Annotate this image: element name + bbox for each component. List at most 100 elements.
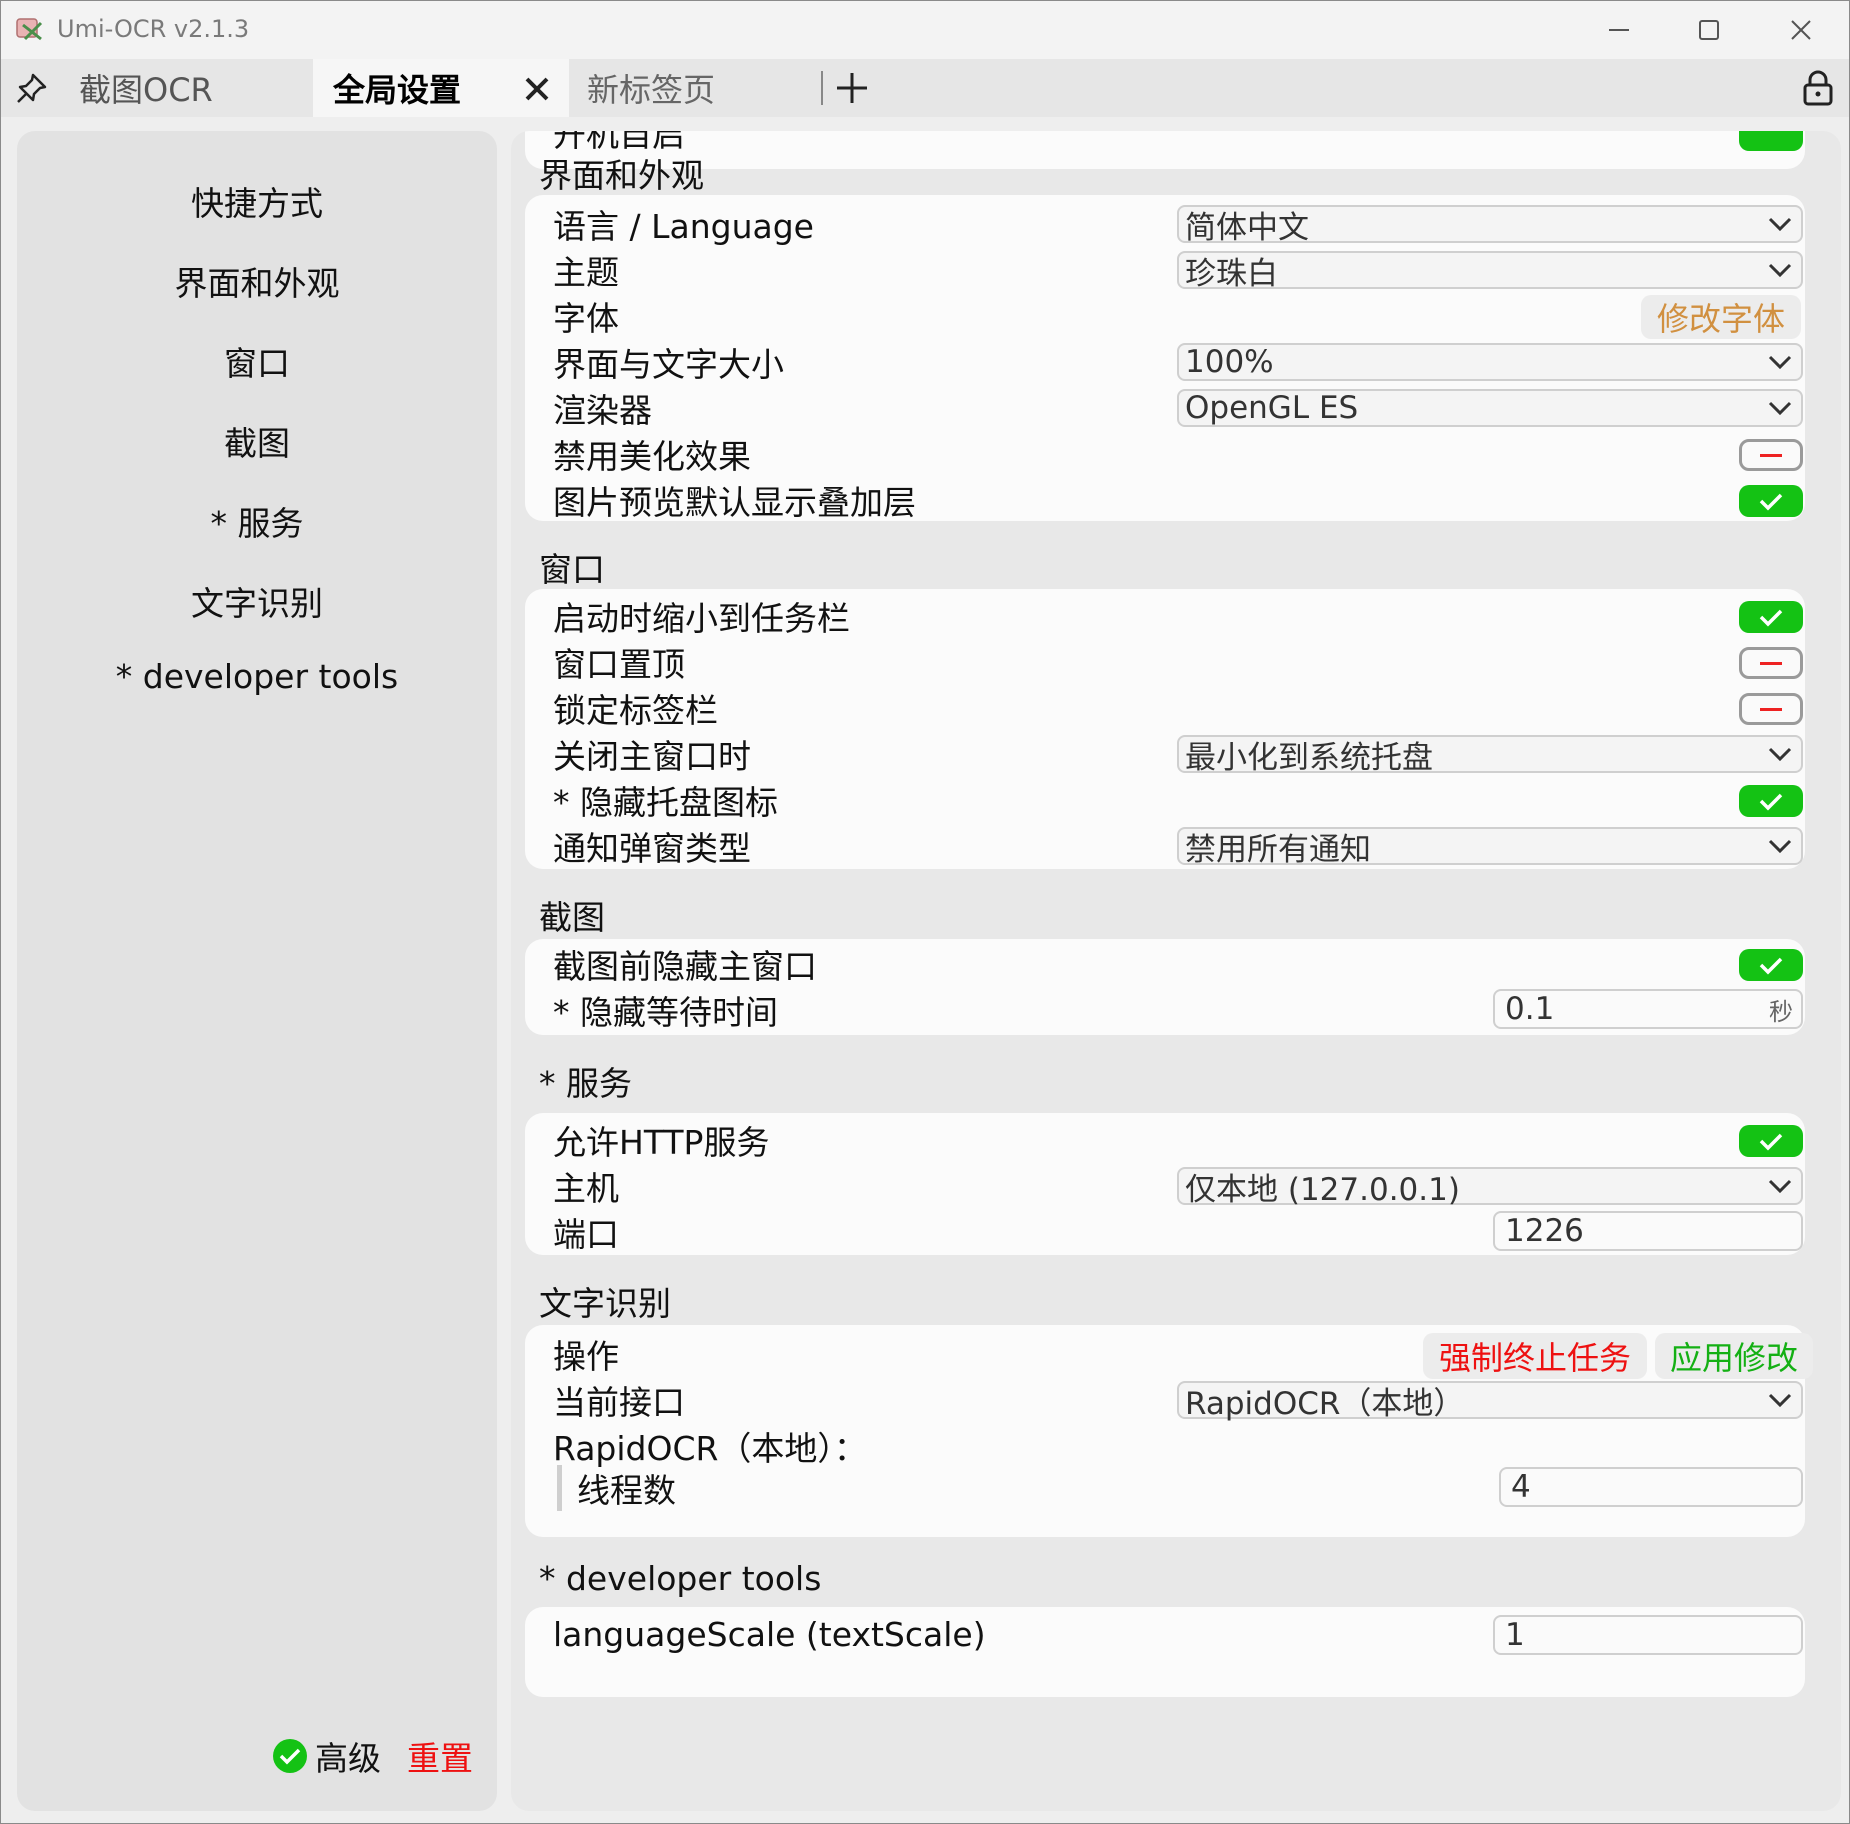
advanced-label[interactable]: 高级 [315,1732,381,1780]
renderer-select[interactable]: OpenGL ES [1177,389,1803,427]
card-partial: 开机自启 [525,131,1805,169]
threads-input[interactable]: 4 [1499,1467,1803,1507]
hide-wait-input[interactable]: 0.1 秒 [1493,989,1803,1029]
card-appearance: 语言 / Language 简体中文 主题 珍珠白 字体 修改字体 界面与文字大… [525,195,1805,522]
overlay-toggle[interactable] [1739,485,1803,517]
window-title: Umi-OCR v2.1.3 [57,15,250,43]
host-label: 主机 [553,1169,619,1208]
theme-select[interactable]: 珍珠白 [1177,251,1803,292]
http-toggle[interactable] [1739,1125,1803,1157]
chevron-down-icon [1768,839,1792,854]
hide-main-label: 截图前隐藏主窗口 [553,947,817,986]
port-value: 1226 [1505,1213,1584,1249]
hide-wait-label: * 隐藏等待时间 [553,993,778,1032]
chevron-down-icon [1768,401,1792,416]
settings-sidebar: 快捷方式 界面和外观 窗口 截图 * 服务 文字识别 * developer t… [17,131,497,1811]
hide-tray-toggle[interactable] [1739,785,1803,817]
tab-label: 新标签页 [587,71,716,109]
theme-label: 主题 [553,253,619,292]
sidebar-item-shortcuts[interactable]: 快捷方式 [17,177,497,225]
sidebar-item-screenshot[interactable]: 截图 [17,417,497,465]
topmost-toggle[interactable] [1739,647,1803,679]
card-ocr: 操作 强制终止任务 应用修改 当前接口 RapidOCR（本地） RapidOC… [525,1325,1813,1537]
indent-bar [557,1465,562,1511]
hide-main-toggle[interactable] [1739,949,1803,981]
tab-separator [821,71,823,105]
ui-scale-value: 100% [1185,344,1274,380]
maximize-button[interactable] [1663,1,1755,59]
add-tab-icon[interactable] [833,69,871,107]
on-close-value: 最小化到系统托盘 [1185,739,1433,776]
apply-changes-button[interactable]: 应用修改 [1655,1333,1813,1379]
sidebar-item-appearance[interactable]: 界面和外观 [17,257,497,305]
minimize-button[interactable] [1573,1,1665,59]
threads-value: 4 [1511,1469,1531,1505]
language-label: 语言 / Language [553,207,814,246]
language-scale-label: languageScale (textScale) [553,1614,986,1654]
disable-effects-toggle[interactable] [1739,439,1803,471]
tab-label: 全局设置 [333,71,462,109]
card-window: 启动时缩小到任务栏 窗口置顶 锁定标签栏 关闭主窗口时 最小化到系统托盘 * 隐… [525,589,1805,869]
tab-label: 截图OCR [79,71,213,109]
renderer-label: 渲染器 [553,391,652,430]
check-icon [1759,493,1783,511]
port-label: 端口 [553,1215,619,1254]
on-close-label: 关闭主窗口时 [553,737,751,776]
force-stop-button[interactable]: 强制终止任务 [1423,1333,1647,1379]
host-value: 仅本地 (127.0.0.1) [1185,1171,1460,1208]
language-value: 简体中文 [1185,209,1309,246]
close-window-button[interactable] [1755,1,1847,59]
card-screenshot: 截图前隐藏主窗口 * 隐藏等待时间 0.1 秒 [525,939,1805,1035]
advanced-checkbox[interactable] [273,1739,307,1773]
font-label: 字体 [553,299,619,338]
hide-wait-value: 0.1 [1505,991,1555,1027]
tab-screenshot-ocr[interactable]: 截图OCR [61,59,311,117]
tab-new[interactable]: 新标签页 [571,59,821,117]
app-window: Umi-OCR v2.1.3 截图OCR 全局设置 新标签页 快捷方式 界面和外… [0,0,1850,1824]
language-select[interactable]: 简体中文 [1177,205,1803,246]
section-title-developer-tools: * developer tools [539,1559,822,1598]
hide-tray-label: * 隐藏托盘图标 [553,783,778,822]
check-icon [1759,957,1783,975]
host-select[interactable]: 仅本地 (127.0.0.1) [1177,1167,1803,1208]
toggle-off-icon [1760,661,1782,665]
theme-value: 珍珠白 [1185,255,1278,292]
hide-wait-unit: 秒 [1769,997,1793,1026]
sidebar-item-service[interactable]: * 服务 [17,497,497,545]
language-scale-value: 1 [1505,1617,1525,1653]
toggle-off-icon [1760,453,1782,457]
sidebar-item-ocr[interactable]: 文字识别 [17,577,497,625]
card-developer-tools: languageScale (textScale) 1 [525,1607,1805,1697]
check-icon [1759,793,1783,811]
reset-button[interactable]: 重置 [407,1732,473,1780]
lock-icon[interactable] [1801,69,1835,107]
disable-effects-label: 禁用美化效果 [553,437,751,476]
chevron-down-icon [1768,355,1792,370]
port-input[interactable]: 1226 [1493,1211,1803,1251]
card-service: 允许HTTP服务 主机 仅本地 (127.0.0.1) 端口 1226 [525,1113,1805,1255]
api-label: 当前接口 [553,1383,685,1422]
section-title-appearance: 界面和外观 [539,156,704,195]
change-font-button[interactable]: 修改字体 [1641,295,1801,339]
close-tab-icon[interactable] [519,71,555,107]
settings-panel[interactable]: 开机自启 界面和外观 语言 / Language 简体中文 主题 珍珠白 字体 … [511,131,1841,1811]
on-close-select[interactable]: 最小化到系统托盘 [1177,735,1803,776]
ui-scale-select[interactable]: 100% [1177,343,1803,381]
pin-icon[interactable] [15,71,49,105]
minimize-on-start-toggle[interactable] [1739,601,1803,633]
sidebar-item-developer-tools[interactable]: * developer tools [17,657,497,696]
sidebar-item-window[interactable]: 窗口 [17,337,497,385]
language-scale-input[interactable]: 1 [1493,1615,1803,1655]
autostart-toggle[interactable] [1739,131,1803,151]
chevron-down-icon [1768,1393,1792,1408]
notify-select[interactable]: 禁用所有通知 [1177,827,1803,868]
overlay-label: 图片预览默认显示叠加层 [553,483,916,522]
api-value: RapidOCR（本地） [1185,1385,1465,1422]
threads-label: 线程数 [577,1471,676,1510]
minimize-on-start-label: 启动时缩小到任务栏 [553,599,850,638]
ops-label: 操作 [553,1337,619,1376]
lock-tabs-toggle[interactable] [1739,693,1803,725]
section-title-ocr: 文字识别 [539,1284,671,1323]
api-select[interactable]: RapidOCR（本地） [1177,1381,1803,1422]
title-bar[interactable]: Umi-OCR v2.1.3 [1,1,1849,59]
